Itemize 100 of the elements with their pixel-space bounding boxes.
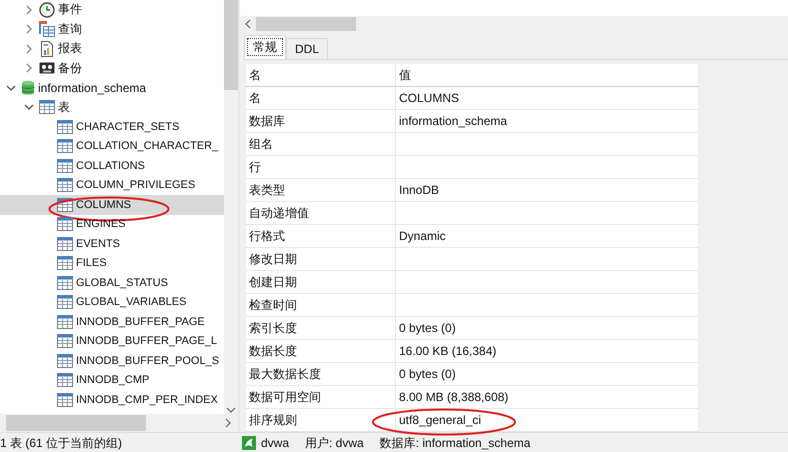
table-cell: 数据库: [246, 110, 396, 132]
vertical-scrollbar[interactable]: [224, 0, 238, 414]
user-label: 用户: dvwa: [305, 434, 364, 452]
tree-item-label: INNODB_BUFFER_PAGE_L: [76, 335, 218, 348]
table-cell: 行格式: [246, 225, 396, 247]
tree-item[interactable]: GLOBAL_VARIABLES: [0, 292, 224, 312]
tree-item[interactable]: COLUMN_PRIVILEGES: [0, 176, 224, 195]
tree-item-label: COLLATION_CHARACTER_: [76, 140, 218, 152]
tree-item[interactable]: ENGINES: [0, 214, 224, 234]
table-icon: [57, 158, 73, 173]
tape-icon: [39, 60, 55, 76]
table-cell: 组名: [246, 133, 396, 155]
query-table-icon: [39, 21, 55, 38]
scroll-right-icon[interactable]: [224, 418, 232, 428]
tree-item[interactable]: information_schema: [0, 78, 224, 98]
table-cell: 索引长度: [246, 317, 396, 339]
tree-item-label: EVENTS: [76, 238, 120, 250]
connection-name: dvwa: [261, 436, 290, 450]
table-icon: [57, 276, 73, 290]
table-cell-text: 16.00 KB (16,384): [398, 343, 498, 360]
table-cell-text: 0 bytes (0): [398, 366, 457, 383]
dolphin-icon: [242, 436, 256, 450]
database-label: 数据库: information_schema: [380, 434, 530, 452]
table-cell: 表类型: [246, 179, 396, 201]
tree-item[interactable]: FILES: [0, 254, 224, 273]
tree-item[interactable]: GLOBAL_STATUS: [0, 273, 224, 292]
tree-item[interactable]: CHARACTER_SETS: [0, 117, 224, 136]
column-header: 名: [246, 64, 396, 86]
tree-item[interactable]: COLLATION_CHARACTER_: [0, 136, 224, 156]
table-icon: [57, 314, 73, 329]
table-icon: [57, 217, 73, 232]
table-icon: [57, 178, 73, 192]
scrollbar-thumb[interactable]: [6, 415, 146, 431]
table-cell: 最大数据长度: [246, 363, 396, 385]
table-cell-text: Dynamic: [398, 228, 447, 245]
tree-item[interactable]: 备份: [0, 58, 224, 78]
tree-item-label: 备份: [58, 60, 82, 77]
tree-item[interactable]: EVENTS: [0, 234, 224, 254]
tree-item[interactable]: INNODB_CMP_PER_INDEX: [0, 390, 224, 410]
tree-item[interactable]: COLLATIONS: [0, 156, 224, 176]
table-icon: [57, 256, 73, 270]
table-cell: 创建日期: [246, 271, 396, 293]
tree-item-label: 事件: [58, 1, 82, 18]
tree-item-label: 表: [58, 98, 70, 116]
tree-item[interactable]: INNODB_CMP: [0, 370, 224, 390]
column-header: 值: [398, 66, 412, 84]
table-cell: utf8_general_ci: [396, 409, 698, 431]
horizontal-scrollbar[interactable]: [0, 414, 238, 432]
tab[interactable]: 常规: [244, 35, 286, 59]
tree-item[interactable]: 事件: [0, 0, 224, 20]
table-cell: 名: [246, 87, 396, 109]
tree-item-label: GLOBAL_STATUS: [76, 276, 168, 289]
scroll-left-icon[interactable]: [244, 18, 252, 29]
tree-item-label: COLLATIONS: [76, 160, 145, 172]
scrollbar-thumb[interactable]: [224, 0, 238, 90]
tree-item[interactable]: INNODB_BUFFER_POOL_S: [0, 351, 224, 370]
tree-item-label: CHARACTER_SETS: [76, 120, 180, 133]
table-icon: [57, 295, 73, 310]
clock-icon: [39, 2, 55, 18]
tree-item[interactable]: 查询: [0, 20, 224, 39]
table-cell-text: 8.00 MB (8,388,608): [398, 389, 510, 406]
table-cell: 自动递增值: [246, 202, 396, 224]
tree-item-label: GLOBAL_VARIABLES: [76, 296, 186, 308]
tree-item-label: COLUMN_PRIVILEGES: [76, 179, 196, 192]
tree-item-label: COLUMNS: [76, 198, 132, 211]
tree-item[interactable]: 表: [0, 98, 224, 117]
tree-item-label: 报表: [58, 40, 82, 58]
tree-item[interactable]: 报表: [0, 39, 224, 58]
table-cell: 修改日期: [246, 248, 396, 270]
table-cell-text: COLUMNS: [398, 90, 460, 107]
tree-item[interactable]: INNODB_BUFFER_PAGE: [0, 312, 224, 332]
table-cell: 行: [246, 156, 396, 178]
scrollbar-thumb[interactable]: [256, 16, 356, 31]
table-cell: 数据可用空间: [246, 386, 396, 408]
table-cell-text: information_schema: [398, 113, 508, 130]
table-icon: [57, 373, 73, 388]
tree-item-label: INNODB_CMP_PER_INDEX: [76, 394, 218, 406]
tree-item-label: ENGINES: [76, 218, 126, 230]
table-icon: [57, 392, 73, 407]
tree-item-label: FILES: [76, 257, 107, 270]
scroll-down-icon[interactable]: [226, 406, 236, 414]
table-icon: [57, 139, 73, 154]
table-cell: 排序规则: [246, 409, 396, 431]
tree-item-label: INNODB_CMP: [76, 374, 150, 386]
tree-item-label: INNODB_BUFFER_POOL_S: [76, 354, 220, 367]
table-cell: 数据长度: [246, 340, 396, 362]
tree-item-label: INNODB_BUFFER_PAGE: [76, 316, 205, 328]
table-icon: [57, 120, 73, 134]
table-icon: [57, 334, 73, 348]
tree-item-label: information_schema: [38, 80, 146, 95]
table-cell-text: 0 bytes (0): [398, 320, 457, 337]
table-cell: 检查时间: [246, 294, 396, 316]
table-cell-text: InnoDB: [398, 182, 440, 199]
tree-item[interactable]: INNODB_BUFFER_PAGE_L: [0, 332, 224, 351]
tree-item-label: 查询: [58, 20, 82, 38]
table-icon: [39, 100, 55, 114]
tab[interactable]: DDL: [286, 38, 328, 59]
database-icon: [21, 80, 35, 96]
table-icon: [57, 236, 73, 251]
table-icon: [57, 354, 73, 368]
